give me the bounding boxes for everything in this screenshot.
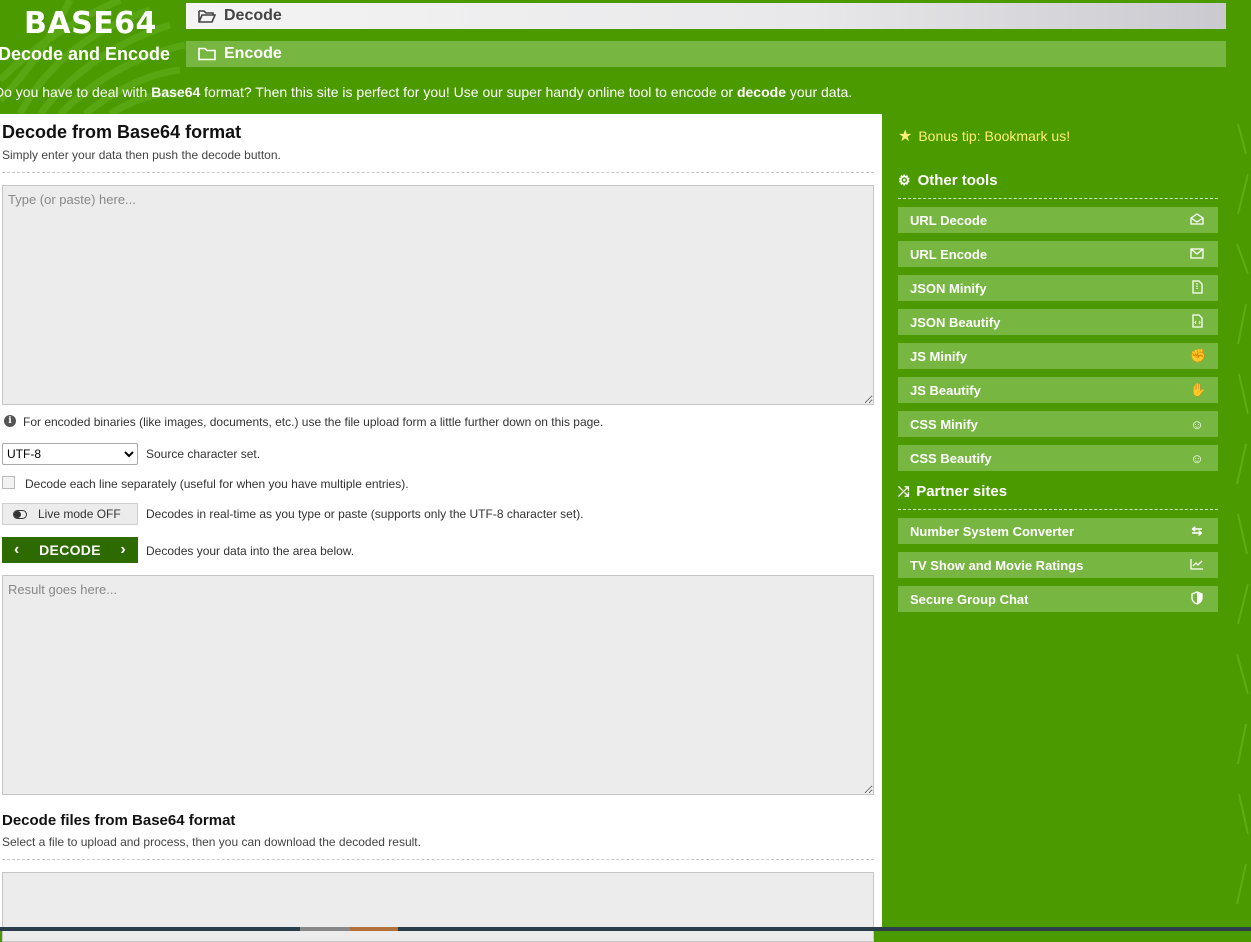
tab-encode[interactable]: Encode: [186, 41, 1226, 67]
decode-lines-checkbox[interactable]: [2, 476, 15, 489]
decode-button[interactable]: ‹ DECODE ›: [2, 537, 138, 563]
shield-icon: [1190, 590, 1204, 608]
chart-line-icon: [1190, 558, 1204, 573]
envelope-open-icon: [1190, 212, 1204, 228]
decode-button-label: DECODE: [39, 542, 101, 558]
chevron-left-icon: ‹: [14, 541, 20, 558]
file-upload-area[interactable]: [2, 872, 874, 942]
hand-rock-icon: ✊: [1190, 348, 1207, 363]
tab-decode[interactable]: Decode: [186, 3, 1226, 29]
divider: [2, 172, 874, 173]
divider: [898, 198, 1218, 199]
live-mode-desc: Decodes in real-time as you type or past…: [146, 507, 584, 521]
logo-subtitle: Decode and Encode: [0, 44, 171, 64]
sidebar: ★ Bonus tip: Bookmark us! ⚙ Other tools …: [882, 114, 1234, 931]
page-title: Decode from Base64 format: [2, 122, 242, 142]
toggle-off-icon: [13, 509, 27, 519]
sidebar-item-css-beautify[interactable]: CSS Beautify ☺: [898, 445, 1218, 471]
hand-paper-icon: ✋: [1190, 382, 1207, 397]
site-header: BASE64 Decode and Encode Decode Encode D…: [0, 0, 1251, 114]
files-subtitle: Select a file to upload and process, the…: [2, 835, 421, 849]
logo-title[interactable]: BASE64: [24, 6, 157, 41]
envelope-icon: [1190, 247, 1204, 262]
other-tools-heading: ⚙ Other tools: [898, 172, 998, 189]
gear-icon: ⚙: [898, 172, 911, 188]
chevron-right-icon: ›: [120, 541, 126, 558]
file-zip-icon: [1190, 279, 1204, 297]
files-title: Decode files from Base64 format: [2, 812, 236, 829]
live-mode-button[interactable]: Live mode OFF: [2, 503, 138, 525]
folder-icon: [198, 47, 216, 61]
star-icon: ★: [898, 128, 913, 145]
main-panel: Decode from Base64 format Simply enter y…: [0, 114, 882, 942]
page-subtitle: Simply enter your data then push the dec…: [2, 148, 281, 162]
smile-icon: ☺: [1190, 416, 1204, 432]
tab-encode-label: Encode: [224, 45, 282, 62]
sidebar-item-url-encode[interactable]: URL Encode: [898, 241, 1218, 267]
sidebar-item-tv-show-ratings[interactable]: TV Show and Movie Ratings: [898, 552, 1218, 578]
divider: [2, 859, 874, 860]
divider: [898, 509, 1218, 510]
charset-label: Source character set.: [146, 447, 261, 461]
sidebar-item-css-minify[interactable]: CSS Minify ☺: [898, 411, 1218, 437]
live-mode-label: Live mode OFF: [38, 507, 121, 521]
charset-select[interactable]: UTF-8: [2, 443, 138, 465]
intro-text: Do you have to deal with Base64 format? …: [0, 84, 853, 100]
sidebar-item-number-system-converter[interactable]: Number System Converter ⇆: [898, 518, 1218, 544]
shuffle-icon: ⤮: [898, 483, 910, 499]
sidebar-item-json-beautify[interactable]: JSON Beautify: [898, 309, 1218, 335]
folder-open-icon: [198, 9, 216, 23]
sidebar-item-js-beautify[interactable]: JS Beautify ✋: [898, 377, 1218, 403]
tab-decode-label: Decode: [224, 7, 282, 24]
bottom-segment: [300, 927, 350, 931]
sidebar-item-secure-group-chat[interactable]: Secure Group Chat: [898, 586, 1218, 612]
sidebar-item-url-decode[interactable]: URL Decode: [898, 207, 1218, 233]
partner-sites-heading: ⤮ Partner sites: [898, 483, 1008, 500]
bonus-tip-text: Bonus tip: Bookmark us!: [918, 128, 1071, 144]
bonus-tip: ★ Bonus tip: Bookmark us!: [898, 126, 1070, 146]
exchange-icon: ⇆: [1191, 523, 1203, 538]
binary-note: For encoded binaries (like images, docum…: [23, 415, 604, 429]
file-code-icon: [1190, 313, 1204, 331]
info-icon: i: [4, 415, 16, 427]
decode-desc: Decodes your data into the area below.: [146, 544, 355, 558]
bottom-bar: [0, 927, 1251, 931]
decode-lines-label[interactable]: Decode each line separately (useful for …: [25, 477, 409, 491]
result-textarea[interactable]: [2, 575, 874, 795]
bottom-segment: [350, 927, 398, 931]
sidebar-item-js-minify[interactable]: JS Minify ✊: [898, 343, 1218, 369]
side-decoration: [1234, 114, 1251, 931]
input-textarea[interactable]: [2, 185, 874, 405]
sidebar-item-json-minify[interactable]: JSON Minify: [898, 275, 1218, 301]
smile-icon: ☺: [1190, 450, 1204, 466]
